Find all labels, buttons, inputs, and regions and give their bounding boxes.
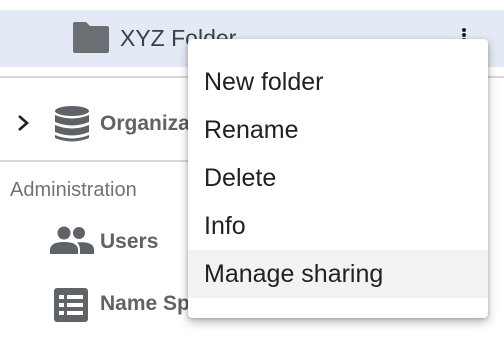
menu-item-delete[interactable]: Delete: [188, 154, 488, 202]
database-icon: [55, 106, 89, 142]
menu-item-manage-sharing[interactable]: Manage sharing: [188, 250, 488, 298]
menu-item-info[interactable]: Info: [188, 202, 488, 250]
divider: [0, 160, 190, 162]
menu-item-rename[interactable]: Rename: [188, 106, 488, 154]
list-icon: [54, 288, 88, 322]
folder-icon: [73, 22, 109, 53]
nav-item-users[interactable]: Users: [100, 230, 158, 254]
users-icon: [50, 226, 94, 254]
section-title: Administration: [10, 179, 137, 201]
chevron-right-icon[interactable]: [15, 113, 31, 133]
context-menu: New folder Rename Delete Info Manage sha…: [188, 39, 488, 318]
menu-item-new-folder[interactable]: New folder: [188, 58, 488, 106]
tree-panel: XYZ Folder Organizations Administration …: [0, 0, 504, 342]
